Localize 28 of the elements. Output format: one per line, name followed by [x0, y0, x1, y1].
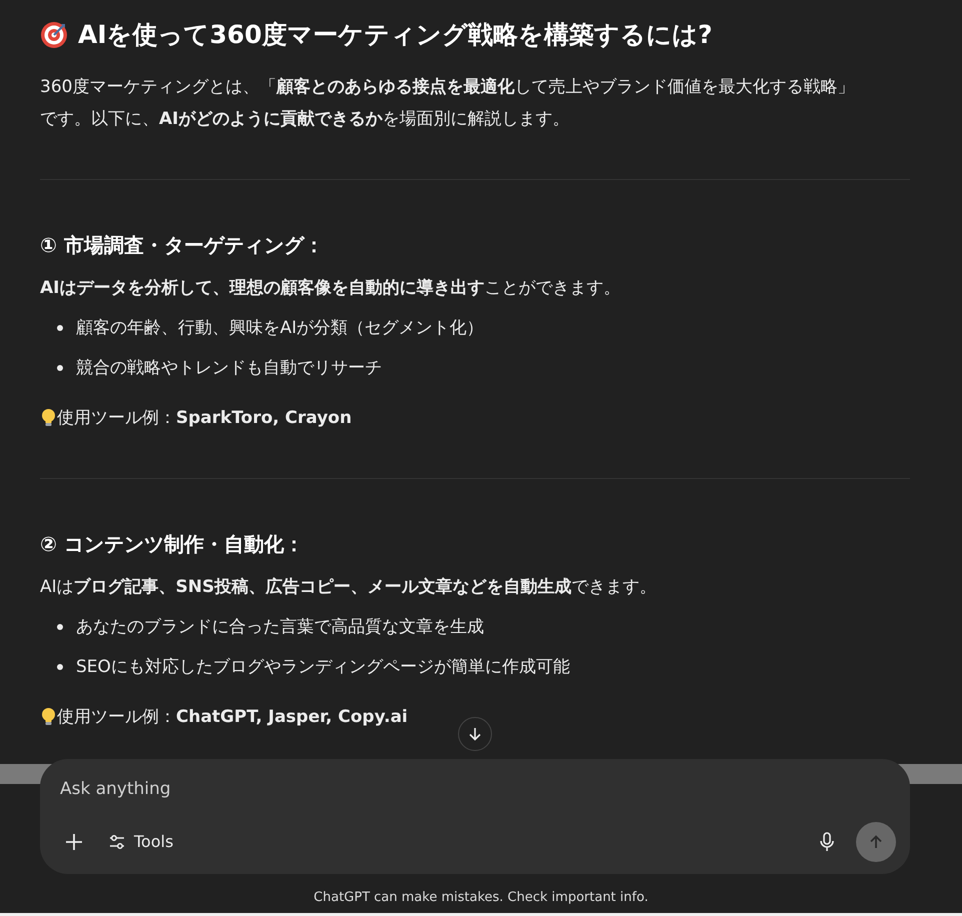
arrow-down-icon [467, 726, 483, 742]
tools-button[interactable]: Tools [104, 826, 178, 858]
bullet-dot [57, 624, 63, 630]
sliders-icon [108, 833, 126, 851]
section-heading: ① 市場調査・ターゲティング： [40, 232, 325, 259]
bullet-dot [57, 664, 63, 670]
tools-text: 使用ツール例：SparkToro, Crayon [57, 407, 352, 430]
section-lead: AIはデータを分析して、理想の顧客像を自動的に導き出すことができます。 [40, 277, 622, 300]
intro-paragraph: 360度マーケティングとは、「顧客とのあらゆる接点を最適化して売上やブランド価値を最大化する戦略」です。以下に、AIがどのように貢献できるかを場面別に解説します。 [40, 76, 856, 131]
section-heading: ② コンテンツ制作・自動化： [40, 531, 305, 558]
section-lead: AIはブログ記事、SNS投稿、広告コピー、メール文章などを自動生成できます。 [40, 576, 658, 599]
bullet-dot [57, 325, 63, 331]
scroll-down-button[interactable] [458, 717, 492, 751]
arrow-up-icon [868, 834, 884, 850]
bullet-item: 競合の戦略やトレンドも自動でリサーチ [76, 357, 382, 380]
target-icon [40, 21, 68, 49]
bullet-dot [57, 365, 63, 371]
message-input[interactable]: Ask anything [60, 777, 896, 802]
lightbulb-icon [40, 408, 57, 428]
lightbulb-icon [40, 707, 57, 727]
microphone-icon [818, 832, 836, 852]
bullet-item: SEOにも対応したブログやランディングページが簡単に作成可能 [76, 656, 570, 679]
bullet-item: あなたのブランドに合った言葉で高品質な文章を生成 [76, 616, 484, 639]
bullet-item: 顧客の年齢、行動、興味をAIが分類（セグメント化） [76, 317, 484, 340]
plus-icon [64, 832, 84, 852]
tools-text: 使用ツール例：ChatGPT, Jasper, Copy.ai [57, 706, 408, 729]
disclaimer-text: ChatGPT can make mistakes. Check important info. [312, 889, 650, 907]
page-title: AIを使って360度マーケティング戦略を構築するには? [78, 19, 712, 51]
